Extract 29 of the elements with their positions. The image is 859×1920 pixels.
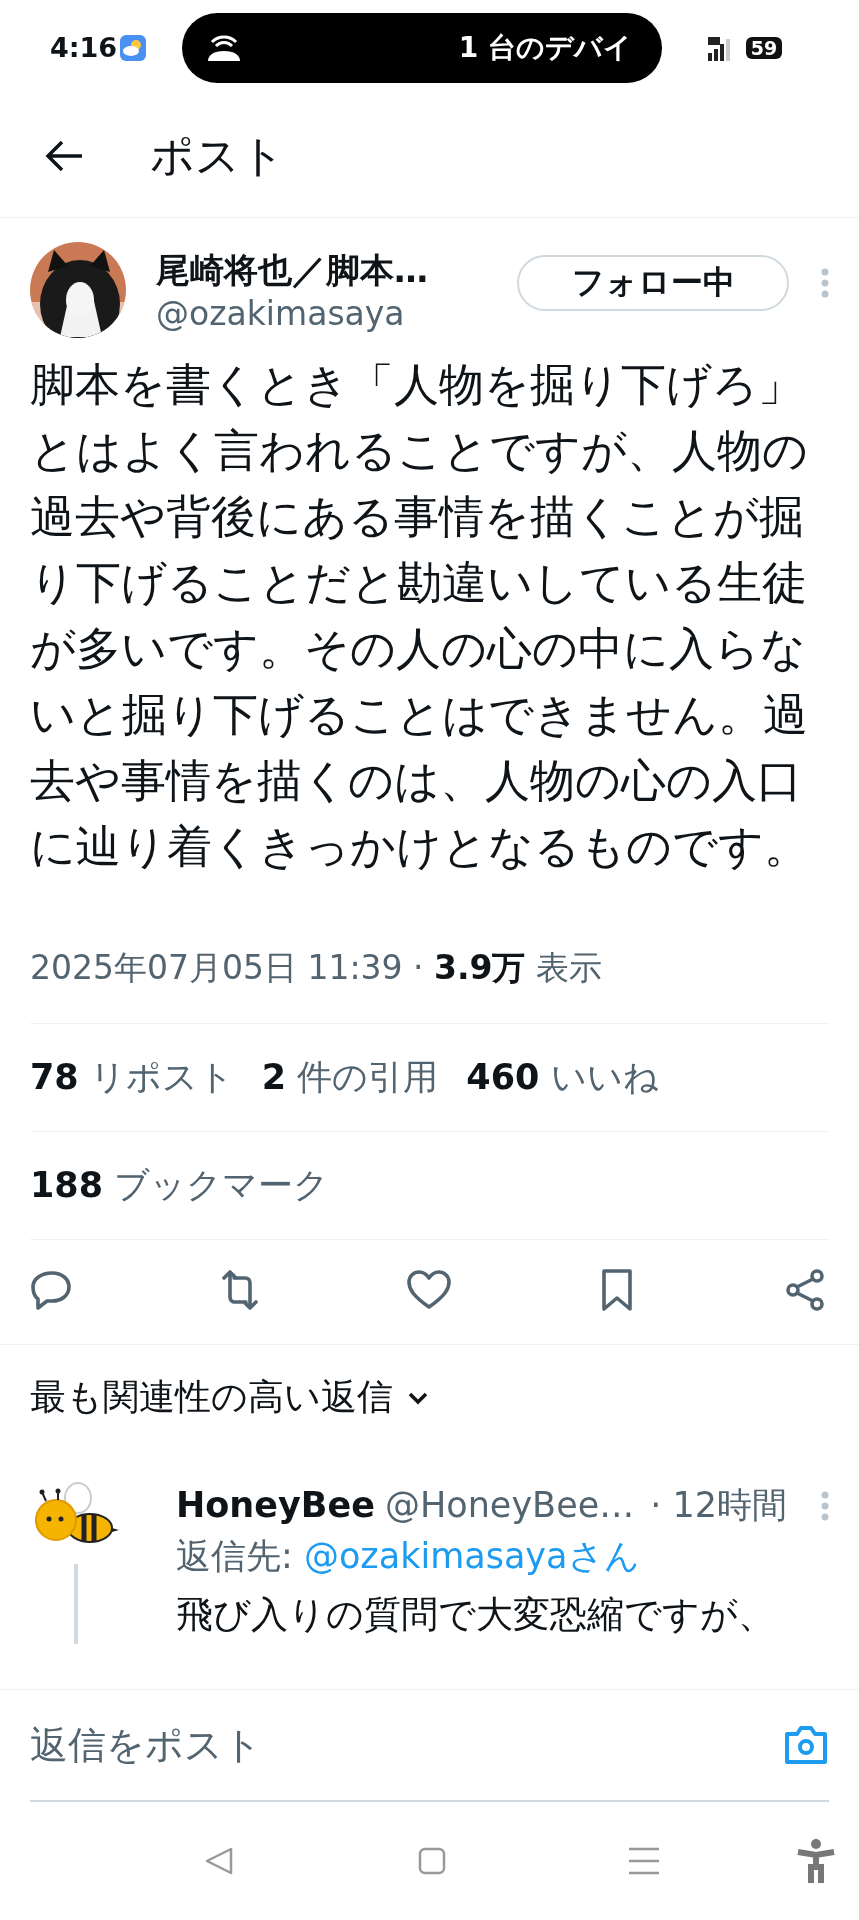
stat-count[interactable]: 2 件の引用 (261, 1054, 439, 1101)
author-name[interactable]: 尾崎将也／脚本… (156, 247, 517, 294)
author-handle[interactable]: @ozakimasaya (156, 293, 517, 333)
status-time: 4:16 (50, 32, 119, 63)
post-text: 脚本を書くとき「人物を掘り下げろ」とはよく言われることですが、人物の過去や背後にある事情を描くことが掘り下げることだと勘違いしている生徒が多いです。その人の心の中に入らないと掘り下げることはできません。過去や事情を描くのは、人物の心の入口に辿り着くきっかけとなるものです。 (30, 357, 810, 875)
reply-to-label: 返信先: (176, 1536, 293, 1576)
home-nav-icon[interactable] (418, 1847, 446, 1875)
reply-text: 飛び入りの質問で大変恐縮ですが、 (176, 1592, 776, 1638)
reply-author-name[interactable]: HoneyBee (176, 1485, 375, 1525)
bookmark-count[interactable]: 188 ブックマーク (30, 1162, 330, 1209)
weather-icon (120, 34, 146, 61)
page-title: ポスト (150, 128, 285, 183)
sort-dropdown[interactable]: 最も関連性の高い返信 (30, 1345, 429, 1482)
reply-time: · 12時間 (650, 1484, 787, 1527)
reply-author-handle[interactable]: @HoneyBee… (384, 1485, 635, 1525)
reply-input-field[interactable]: 返信をポスト (30, 1723, 630, 1767)
following-button[interactable]: フォロー中 (517, 255, 789, 311)
back-button[interactable] (44, 139, 84, 173)
menu-nav-icon[interactable] (628, 1847, 660, 1875)
chevron-down-icon (407, 1390, 429, 1405)
camera-icon[interactable] (783, 1724, 829, 1766)
post-timestamp: 2025年07月05日 11:39 · 3.9万 表示 (30, 946, 829, 1024)
stat-count[interactable]: 78 リポスト (30, 1054, 234, 1101)
battery-indicator: 59 (746, 36, 782, 59)
accessibility-icon[interactable] (796, 1839, 836, 1883)
notification-text: 1 台のデバイ (458, 29, 632, 66)
stat-count[interactable]: 460 いいね (466, 1054, 659, 1101)
notification-pill[interactable]: 1 台のデバイ (182, 12, 662, 83)
back-nav-icon[interactable] (204, 1846, 234, 1876)
